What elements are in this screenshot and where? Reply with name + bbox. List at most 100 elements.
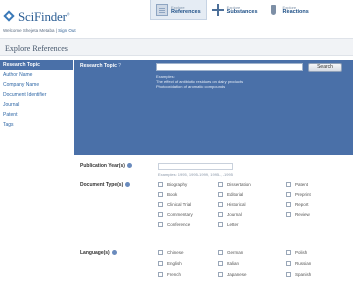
checkbox-box[interactable]	[218, 261, 223, 266]
app-header: SciFinder® Explore References Explore Su…	[0, 0, 353, 26]
checkbox-italian[interactable]: Italian	[218, 261, 239, 266]
checkbox-box[interactable]	[158, 222, 163, 227]
tab-label: References	[171, 8, 201, 15]
checkbox-dissertation[interactable]: Dissertation	[218, 182, 251, 187]
research-topic-input[interactable]	[156, 63, 303, 71]
checkbox-label: Spanish	[295, 272, 312, 277]
scifinder-logo[interactable]: SciFinder®	[3, 9, 70, 25]
checkbox-chinese[interactable]: Chinese	[158, 250, 184, 255]
checkbox-historical[interactable]: Historical	[218, 202, 246, 207]
document-icon	[156, 3, 168, 16]
checkbox-conference[interactable]: Conference	[158, 222, 190, 227]
help-icon[interactable]: ?	[118, 63, 121, 69]
checkbox-review[interactable]: Review	[286, 212, 310, 217]
checkbox-box[interactable]	[158, 192, 163, 197]
checkbox-biography[interactable]: Biography	[158, 182, 187, 187]
checkbox-label: German	[227, 250, 244, 255]
checkbox-box[interactable]	[218, 250, 223, 255]
sidebar-item-research-topic[interactable]: Research Topic	[0, 60, 73, 70]
checkbox-box[interactable]	[218, 272, 223, 277]
checkbox-label: Historical	[227, 202, 246, 207]
document-types-text: Document Type(s)	[80, 182, 124, 188]
tab-explore-references[interactable]: Explore References	[150, 0, 207, 20]
checkbox-box[interactable]	[218, 192, 223, 197]
logo-mark-icon	[3, 10, 16, 23]
checkbox-polish[interactable]: Polish	[286, 250, 307, 255]
checkbox-spanish[interactable]: Spanish	[286, 272, 311, 277]
checkbox-english[interactable]: English	[158, 261, 182, 266]
welcome-bar: Welcome Shejeta Metaba | Sign Out	[3, 28, 76, 33]
welcome-text: Welcome Shejeta Metaba	[3, 28, 55, 33]
tab-explore-substances[interactable]: Explore Substances	[207, 0, 263, 20]
publication-years-example: Examples: 1995, 1995-1999, 1995-, -1995	[158, 172, 233, 177]
checkbox-editorial[interactable]: Editorial	[218, 192, 243, 197]
checkbox-preprint[interactable]: Preprint	[286, 192, 311, 197]
flask-icon	[268, 4, 280, 16]
checkbox-french[interactable]: French	[158, 272, 181, 277]
checkbox-japanese[interactable]: Japanese	[218, 272, 247, 277]
checkbox-patent[interactable]: Patent	[286, 182, 308, 187]
checkbox-box[interactable]	[158, 212, 163, 217]
sidebar-item-company-name[interactable]: Company Name	[0, 80, 73, 90]
explore-tabs: Explore References Explore Substances Ex…	[150, 0, 314, 20]
checkbox-russian[interactable]: Russian	[286, 261, 311, 266]
checkbox-box[interactable]	[218, 212, 223, 217]
sidebar-item-author-name[interactable]: Author Name	[0, 70, 73, 80]
tab-explore-reactions[interactable]: Explore Reactions	[263, 0, 314, 20]
research-topic-panel: Research Topic ? Search Examples: The ef…	[74, 60, 353, 155]
checkbox-box[interactable]	[286, 272, 291, 277]
checkbox-box[interactable]	[286, 182, 291, 187]
sidebar-item-journal[interactable]: Journal	[0, 100, 73, 110]
checkbox-box[interactable]	[218, 202, 223, 207]
checkbox-letter[interactable]: Letter	[218, 222, 239, 227]
search-button[interactable]: Search	[308, 63, 342, 72]
publication-years-input[interactable]	[158, 163, 233, 170]
example-line: Photooxidation of aromatic compounds	[156, 84, 226, 89]
checkbox-label: Report	[295, 202, 309, 207]
page-title: Explore References	[5, 44, 68, 53]
checkbox-commentary[interactable]: Commentary	[158, 212, 193, 217]
sidebar: Research Topic Author Name Company Name …	[0, 60, 73, 155]
checkbox-box[interactable]	[158, 272, 163, 277]
checkbox-label: Polish	[295, 250, 308, 255]
checkbox-label: Russian	[295, 261, 312, 266]
checkbox-box[interactable]	[286, 250, 291, 255]
checkbox-box[interactable]	[286, 261, 291, 266]
checkbox-box[interactable]	[158, 261, 163, 266]
checkbox-report[interactable]: Report	[286, 202, 309, 207]
sidebar-item-document-identifier[interactable]: Document Identifier	[0, 90, 73, 100]
checkbox-german[interactable]: German	[218, 250, 243, 255]
molecule-icon	[211, 4, 224, 16]
document-types-label: Document Type(s)	[80, 182, 131, 188]
checkbox-box[interactable]	[286, 202, 291, 207]
checkbox-box[interactable]	[286, 212, 291, 217]
checkbox-box[interactable]	[158, 250, 163, 255]
checkbox-label: Review	[295, 212, 310, 217]
sign-out-link[interactable]: Sign Out	[58, 28, 76, 33]
checkbox-book[interactable]: Book	[158, 192, 177, 197]
checkbox-box[interactable]	[218, 182, 223, 187]
checkbox-label: Italian	[227, 261, 240, 266]
checkbox-label: Preprint	[295, 192, 311, 197]
info-icon[interactable]	[125, 182, 131, 188]
checkbox-box[interactable]	[158, 202, 163, 207]
checkbox-label: Letter	[227, 222, 239, 227]
title-bar: Explore References	[0, 38, 353, 56]
checkbox-label: Patent	[295, 182, 309, 187]
checkbox-box[interactable]	[158, 182, 163, 187]
info-icon[interactable]	[111, 250, 117, 256]
checkbox-box[interactable]	[286, 192, 291, 197]
checkbox-label: Commentary	[167, 212, 193, 217]
checkbox-label: Chinese	[167, 250, 184, 255]
info-icon[interactable]	[126, 163, 132, 169]
tab-label: Reactions	[282, 9, 309, 15]
checkbox-box[interactable]	[218, 222, 223, 227]
tab-label: Substances	[226, 9, 258, 15]
checkbox-label: Book	[167, 192, 178, 197]
checkbox-label: Biography	[167, 182, 188, 187]
sidebar-item-patent[interactable]: Patent	[0, 110, 73, 120]
checkbox-clinical-trial[interactable]: Clinical Trial	[158, 202, 191, 207]
checkbox-journal[interactable]: Journal	[218, 212, 242, 217]
checkbox-label: Journal	[227, 212, 242, 217]
sidebar-item-tags[interactable]: Tags	[0, 120, 73, 130]
